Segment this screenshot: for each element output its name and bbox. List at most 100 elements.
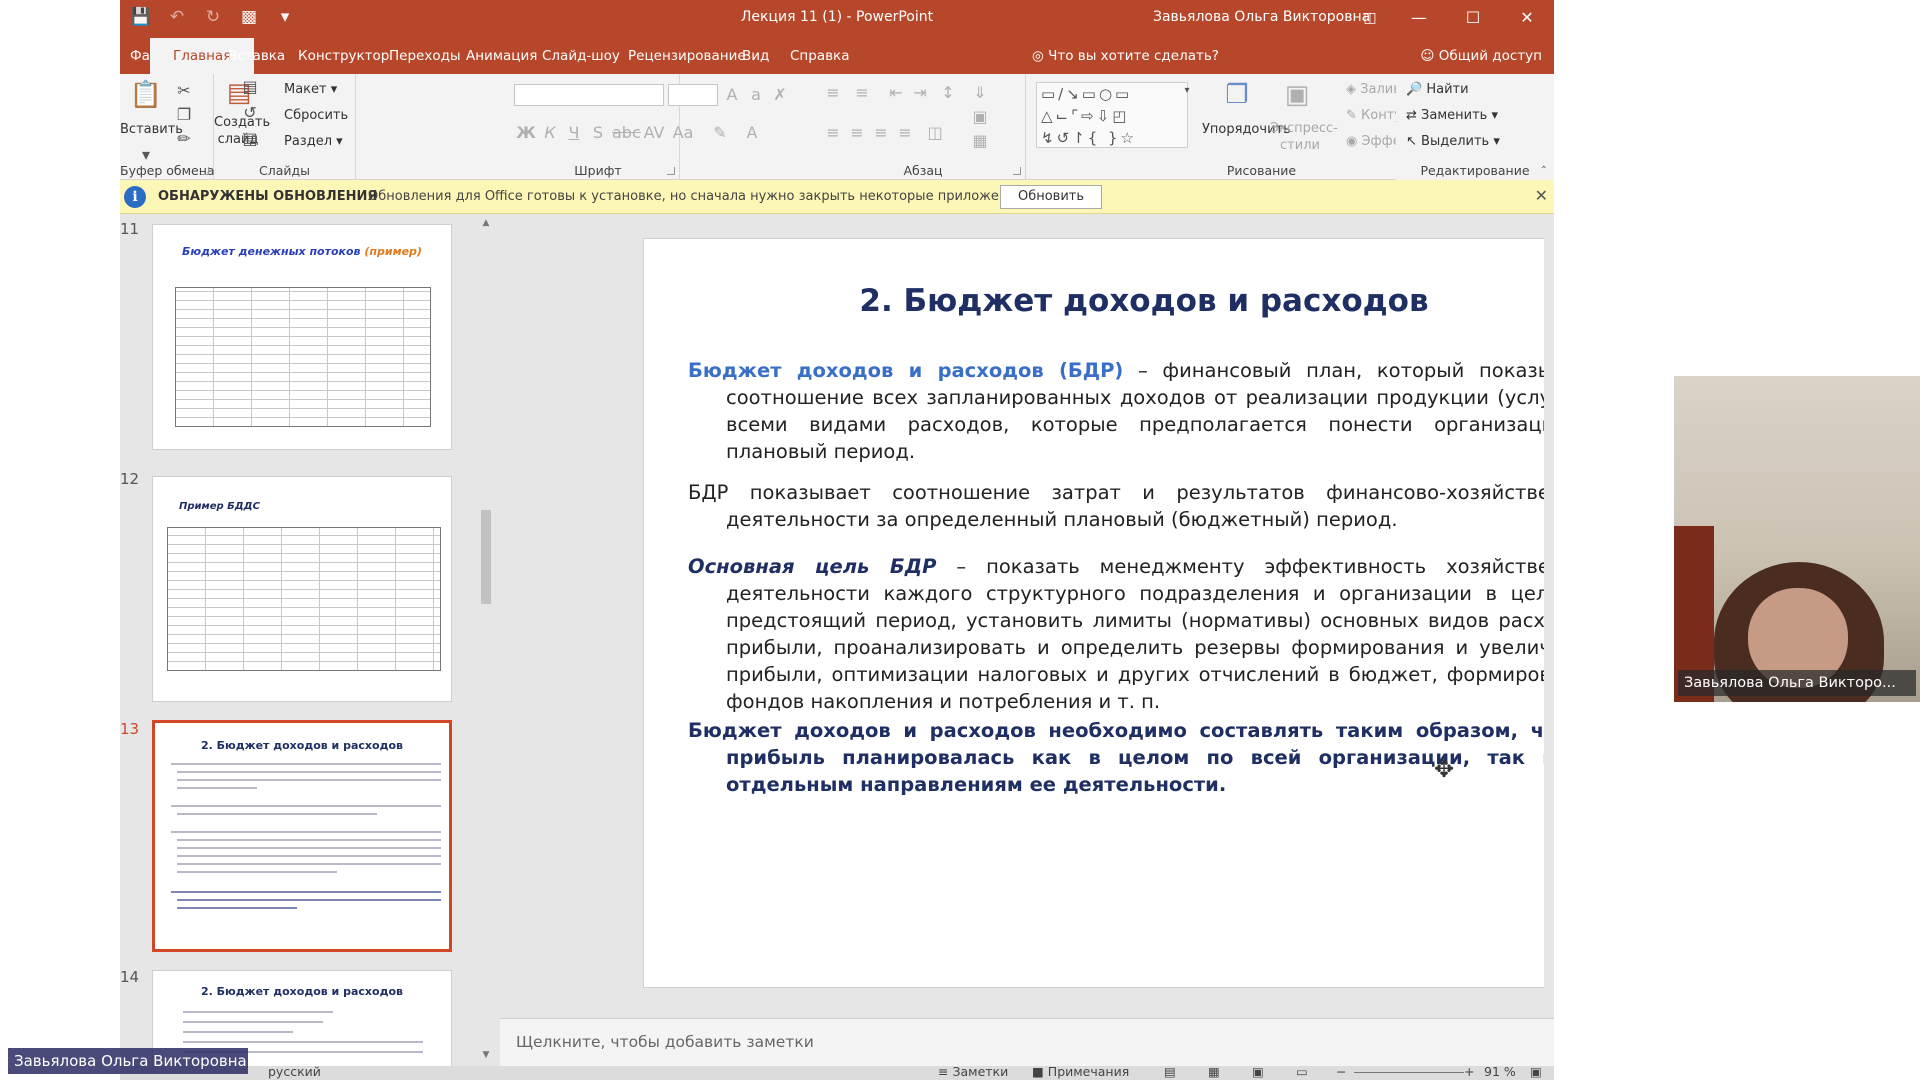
smartart-icon[interactable]: ▦ [970, 132, 990, 150]
quick-styles-icon[interactable]: ▣ [1280, 80, 1314, 110]
thumbnail-slide-12[interactable]: Пример БДДС [152, 476, 452, 702]
paragraph-launcher-icon[interactable] [1013, 167, 1021, 175]
cut-icon[interactable]: ✂ [174, 82, 194, 100]
text-direction-icon[interactable]: ⇓ [970, 84, 990, 102]
comments-toggle[interactable]: ■ Примечания [1032, 1066, 1129, 1079]
section-button[interactable]: Раздел ▾ [284, 134, 343, 149]
close-button[interactable]: ✕ [1500, 0, 1554, 38]
editing-panel: 🔎 Найти ⇄ Заменить ▾ ↖ Выделить ▾ Редакт… [1396, 74, 1554, 180]
paragraph-4[interactable]: Бюджет доходов и расходов необходимо сос… [688, 717, 1554, 798]
message-title: ОБНАРУЖЕНЫ ОБНОВЛЕНИЯ [158, 189, 378, 204]
paragraph-1[interactable]: Бюджет доходов и расходов (БДР) – финанс… [688, 357, 1554, 465]
line-spacing-icon[interactable]: ↕ [938, 84, 958, 102]
shapes-more-icon[interactable]: ▾ [1180, 82, 1194, 100]
scroll-down-icon[interactable]: ▼ [478, 1050, 494, 1060]
slideshow-view-icon[interactable]: ▭ [1296, 1066, 1308, 1079]
font-launcher-icon[interactable] [667, 167, 675, 175]
zoom-slider[interactable] [1354, 1072, 1464, 1073]
decrease-indent-icon[interactable]: ⇤ [886, 84, 906, 102]
update-message-bar: i ОБНАРУЖЕНЫ ОБНОВЛЕНИЯ Обновления для O… [120, 180, 1554, 214]
fit-slide-icon[interactable]: ▣ [1530, 1066, 1542, 1079]
bold-icon[interactable]: Ж [516, 124, 536, 142]
align-text-icon[interactable]: ▣ [970, 108, 990, 126]
slide-title[interactable]: 2. Бюджет доходов и расходов [644, 283, 1554, 319]
tab-insert[interactable]: Вставка [218, 38, 295, 74]
notes-toggle[interactable]: ≡ Заметки [938, 1066, 1008, 1079]
notes-pane[interactable]: Щелкните, чтобы добавить заметки [500, 1018, 1554, 1066]
zoom-level[interactable]: 91 % [1484, 1066, 1516, 1079]
share-button[interactable]: ☺ Общий доступ [1420, 38, 1542, 74]
reading-view-icon[interactable]: ▣ [1252, 1066, 1264, 1079]
tab-slideshow[interactable]: Слайд-шоу [532, 38, 630, 74]
underline-icon[interactable]: Ч [564, 124, 584, 142]
update-button[interactable]: Обновить [1000, 185, 1102, 209]
clipboard-launcher-icon[interactable] [201, 167, 209, 175]
tab-help[interactable]: Справка [780, 38, 859, 74]
char-spacing-icon[interactable]: AV [642, 124, 666, 142]
format-painter-icon[interactable]: ✏ [174, 130, 194, 148]
info-icon: i [124, 186, 146, 208]
find-cmd[interactable]: 🔎 Найти [1406, 82, 1469, 97]
select-cmd[interactable]: ↖ Выделить ▾ [1406, 134, 1500, 149]
reset-button[interactable]: Сбросить [284, 108, 348, 123]
shadow-icon[interactable]: S [588, 124, 608, 142]
tell-me-search[interactable]: ◎ Что вы хотите сделать? [1032, 38, 1219, 74]
justify-icon[interactable]: ≡ [895, 124, 915, 142]
share-label: Общий доступ [1438, 48, 1542, 64]
replace-icon: ⇄ [1406, 108, 1417, 123]
tab-view[interactable]: Вид [732, 38, 779, 74]
layout-button[interactable]: Макет ▾ [284, 82, 337, 97]
italic-icon[interactable]: К [540, 124, 560, 142]
collapse-ribbon-icon[interactable]: ⌃ [1540, 165, 1548, 176]
paragraph-3[interactable]: Основная цель БДР – показать менеджменту… [688, 553, 1554, 715]
ribbon-display-options-icon[interactable]: ◫ [1348, 0, 1392, 38]
thumbnail-slide-11[interactable]: Бюджет денежных потоков (пример) [152, 224, 452, 450]
normal-view-icon[interactable]: ▤ [1164, 1066, 1176, 1079]
zoom-out-icon[interactable]: − [1336, 1066, 1346, 1079]
replace-cmd[interactable]: ⇄ Заменить ▾ [1406, 108, 1498, 123]
message-text: Обновления для Office готовы к установке… [368, 189, 1028, 204]
align-right-icon[interactable]: ≡ [871, 124, 891, 142]
font-name-input[interactable] [514, 84, 664, 106]
comments-label: Примечания [1047, 1066, 1130, 1079]
group-label-paragraph: Абзац [903, 163, 943, 178]
language-indicator[interactable]: русский [268, 1066, 321, 1079]
close-message-icon[interactable]: ✕ [1535, 186, 1548, 205]
scrollbar-thumb[interactable] [481, 510, 491, 604]
minimize-button[interactable]: — [1392, 0, 1446, 38]
strikethrough-icon[interactable]: abc [612, 124, 641, 142]
title-bar: 💾 ↶ ↻ ▩ ▾ Лекция 11 (1) - PowerPoint Зав… [120, 0, 1554, 38]
paste-dropdown-icon[interactable]: ▾ [136, 146, 156, 164]
zoom-in-icon[interactable]: + [1464, 1066, 1474, 1079]
arrange-icon[interactable]: ❐ [1220, 80, 1254, 110]
align-center-icon[interactable]: ≡ [847, 124, 867, 142]
thumb12-title: Пример БДДС [179, 501, 260, 512]
slide-number-11: 11 [120, 220, 140, 238]
find-cmd-label: Найти [1426, 82, 1469, 97]
numbering-icon[interactable]: ≡ [852, 84, 872, 102]
increase-indent-icon[interactable]: ⇥ [910, 84, 930, 102]
copy-icon[interactable]: ❐ [174, 106, 194, 124]
thumbnails-scrollbar[interactable]: ▲ ▼ [478, 214, 494, 1066]
shapes-gallery[interactable]: ▭∕↘▭○▭ △⌙⌜⇨⇩◰ ↯↺↾{ }☆ [1036, 82, 1188, 148]
maximize-button[interactable]: ☐ [1446, 0, 1500, 38]
align-left-icon[interactable]: ≡ [823, 124, 843, 142]
thumb11-suffix: (пример) [364, 245, 422, 258]
slide-thumbnails-pane: 11 Бюджет денежных потоков (пример) 12 П… [120, 214, 500, 1066]
paste-icon[interactable]: 📋 [126, 80, 166, 110]
editor-scrollbar[interactable] [1544, 214, 1554, 1018]
thumbnail-table [175, 287, 431, 427]
scroll-up-icon[interactable]: ▲ [478, 218, 494, 228]
account-name[interactable]: Завьялова Ольга Викторовна [1153, 9, 1370, 25]
slide-editor: 2. Бюджет доходов и расходов Бюджет дохо… [500, 214, 1554, 1018]
paragraph-2[interactable]: БДР показывает соотношение затрат и резу… [688, 479, 1554, 533]
thumbnail-slide-13[interactable]: 2. Бюджет доходов и расходов [152, 720, 452, 952]
bullets-icon[interactable]: ≡ [823, 84, 843, 102]
slide-sorter-icon[interactable]: ▦ [1208, 1066, 1220, 1079]
columns-icon[interactable]: ◫ [925, 124, 945, 142]
group-label-font: Шрифт [574, 163, 622, 178]
notes-icon: ≡ [938, 1066, 949, 1079]
current-slide[interactable]: 2. Бюджет доходов и расходов Бюджет дохо… [643, 238, 1554, 988]
ribbon: 📋 Вставить ▾ ✂ ❐ ✏ Буфер обмена ▤ Создат… [120, 74, 1554, 180]
quick-styles-button[interactable]: Экспресс-стили [1270, 120, 1338, 154]
